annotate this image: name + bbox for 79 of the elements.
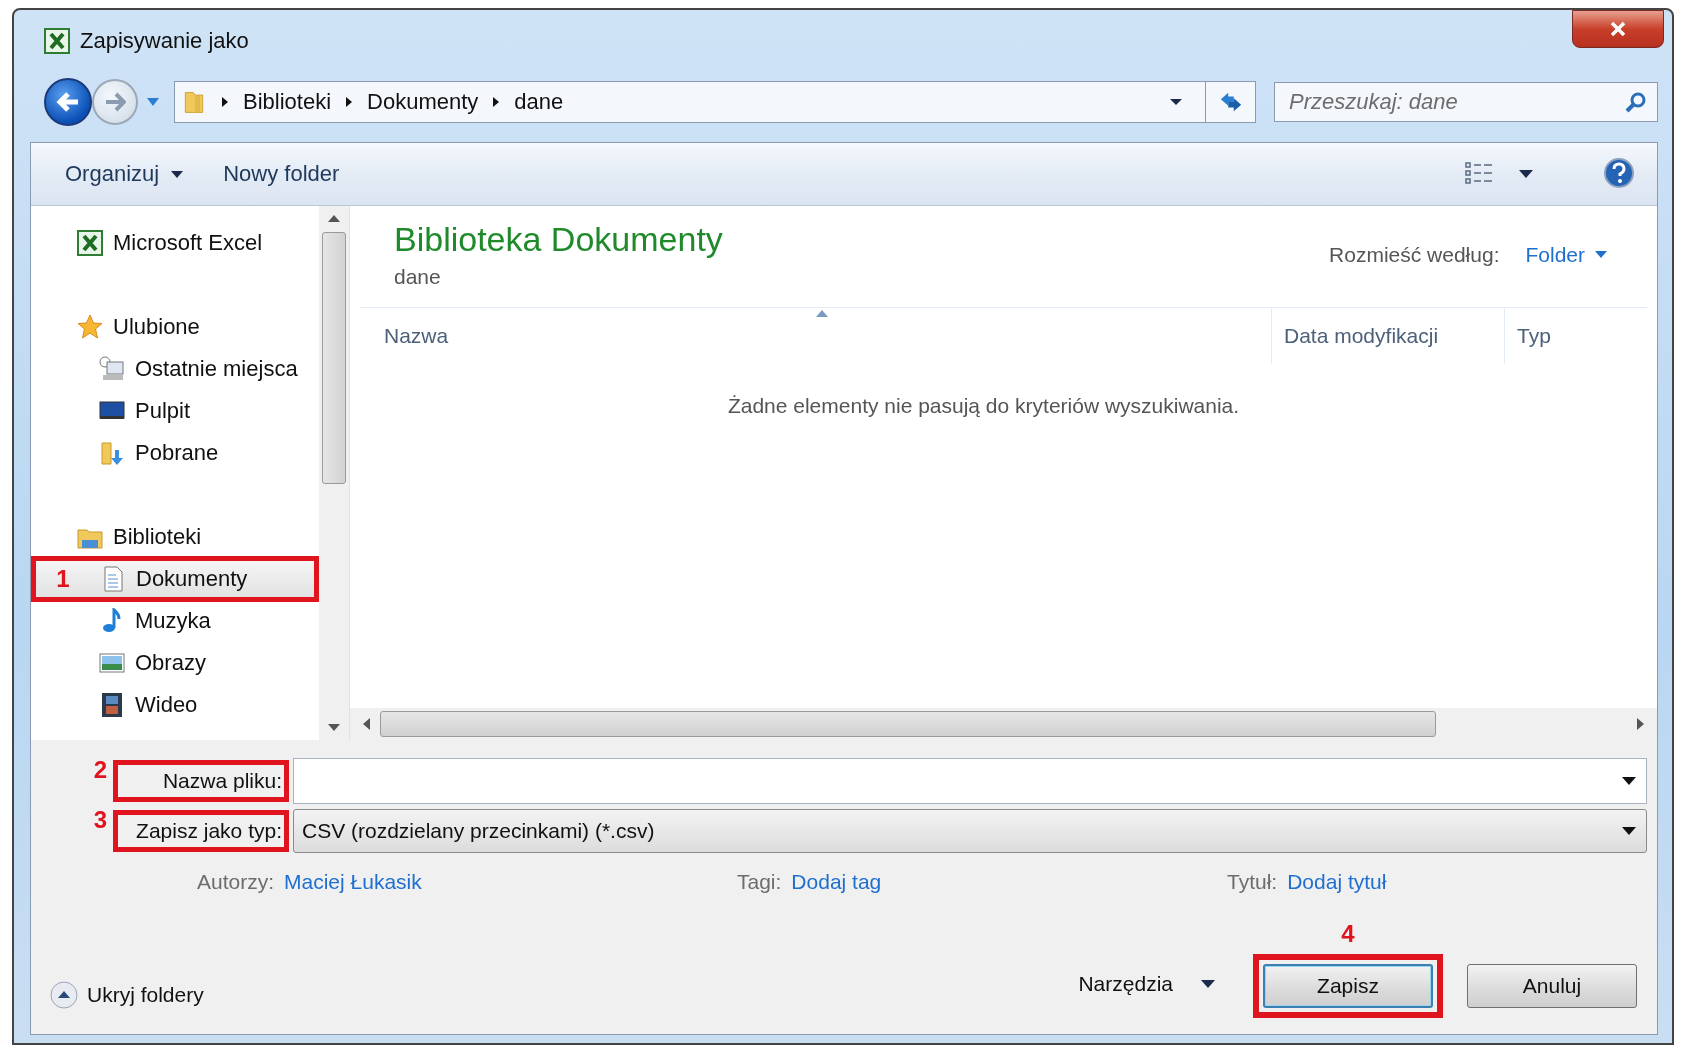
back-button[interactable]	[44, 78, 92, 126]
field-label: Zapisz jako typ:	[113, 810, 289, 852]
scrollbar[interactable]	[319, 206, 349, 740]
arrange-dropdown[interactable]: Folder	[1525, 242, 1607, 267]
step-number: 4	[1341, 920, 1355, 948]
address-bar[interactable]: Biblioteki Dokumenty dane	[174, 81, 1256, 123]
sidebar-item[interactable]: Microsoft Excel	[31, 224, 319, 262]
scrollbar-thumb[interactable]	[380, 711, 1436, 737]
sidebar-item[interactable]: Muzyka	[31, 602, 319, 640]
help-icon	[1603, 156, 1635, 189]
library-subtitle: dane	[394, 265, 442, 289]
column-header[interactable]: Data modyfikacji	[1271, 308, 1504, 364]
spreadsheet-app-icon	[44, 28, 70, 54]
metadata-link[interactable]: Dodaj tag	[791, 870, 882, 894]
folder-download-icon	[99, 440, 125, 466]
metadata-label: Tytuł:	[1227, 870, 1278, 894]
search-icon[interactable]	[1624, 90, 1648, 114]
dropdown-arrow-icon[interactable]	[1519, 170, 1533, 178]
file-type-dropdown[interactable]: CSV (rozdzielany przecinkami) (*.csv)	[293, 809, 1647, 853]
step-number: 3	[93, 806, 107, 834]
right-arrow-icon	[104, 92, 126, 112]
spreadsheet-app-icon	[77, 230, 103, 256]
hide-folders-button[interactable]: Ukryj foldery	[49, 980, 204, 1010]
view-options-button[interactable]	[1465, 161, 1495, 187]
step-number: 1	[56, 565, 70, 593]
column-header[interactable]: Nazwa	[360, 308, 1271, 364]
column-header[interactable]: Typ	[1504, 308, 1647, 364]
tools-button[interactable]: Narzędzia	[1078, 972, 1215, 996]
dialog-button[interactable]: Zapisz	[1263, 964, 1433, 1008]
left-arrow-icon[interactable]	[362, 718, 370, 730]
dropdown-arrow-icon	[1622, 827, 1636, 835]
sidebar-item[interactable]: Ulubione	[31, 308, 319, 346]
film-strip-icon	[99, 692, 125, 718]
dialog-button[interactable]: Anuluj	[1467, 964, 1637, 1008]
sidebar-item[interactable]: Pulpit	[31, 392, 319, 430]
breadcrumb[interactable]: Biblioteki	[243, 89, 332, 115]
search-field[interactable]: Przeszukaj: dane	[1274, 82, 1658, 122]
metadata-link[interactable]: Maciej Łukasik	[284, 870, 422, 894]
library-title: Biblioteka Dokumenty	[394, 220, 724, 259]
sort-arrow-icon	[815, 310, 828, 317]
sidebar-item[interactable]: Ostatnie miejsca	[31, 350, 319, 388]
picture-icon	[99, 650, 125, 676]
chevron-right-icon[interactable]	[492, 96, 501, 108]
file-name-field[interactable]	[293, 758, 1647, 804]
step-number: 2	[93, 756, 107, 784]
star-icon	[77, 314, 103, 340]
scrollbar-thumb[interactable]	[322, 232, 346, 484]
window-title: Zapisywanie jako	[80, 28, 249, 54]
sidebar-item[interactable]: Biblioteki	[31, 518, 319, 556]
caret-icon	[1201, 980, 1215, 988]
list-view-icon	[1465, 161, 1495, 184]
up-arrow-icon[interactable]	[328, 214, 340, 222]
metadata-label: Tagi:	[737, 870, 782, 894]
close-icon	[1608, 21, 1628, 37]
chevron-right-icon[interactable]	[345, 96, 354, 108]
metadata-link[interactable]: Dodaj tytuł	[1287, 870, 1387, 894]
empty-message: Żadne elementy nie pasują do kryteriów wyszukiwania.	[727, 394, 1240, 419]
breadcrumb[interactable]: Dokumenty	[367, 89, 479, 115]
dropdown-arrow-icon	[1622, 777, 1636, 785]
breadcrumb[interactable]: dane	[514, 89, 564, 115]
sidebar-item[interactable]: 1 Dokumenty	[31, 556, 319, 602]
toolbar-button[interactable]: Organizuj	[65, 157, 184, 191]
down-arrow-icon[interactable]	[328, 724, 340, 732]
scrollbar[interactable]	[350, 708, 1657, 740]
arrange-label: Rozmieść według:	[1329, 242, 1500, 267]
caret-icon	[171, 170, 184, 178]
sidebar-item[interactable]: Pobrane	[31, 434, 319, 472]
right-arrow-icon[interactable]	[1637, 718, 1645, 730]
metadata-label: Autorzy:	[197, 870, 275, 894]
dropdown-arrow-icon[interactable]	[1169, 98, 1183, 106]
close-button[interactable]	[1572, 10, 1664, 48]
chevron-right-icon[interactable]	[221, 96, 229, 108]
sidebar-item[interactable]: Obrazy	[31, 644, 319, 682]
recent-places-icon	[99, 356, 125, 382]
field-label: Nazwa pliku:	[113, 760, 289, 802]
caret-icon	[1595, 251, 1607, 258]
toolbar-button[interactable]: Nowy folder	[223, 157, 340, 191]
sidebar-item[interactable]: Wideo	[31, 686, 319, 724]
up-chevron-icon	[49, 980, 79, 1010]
